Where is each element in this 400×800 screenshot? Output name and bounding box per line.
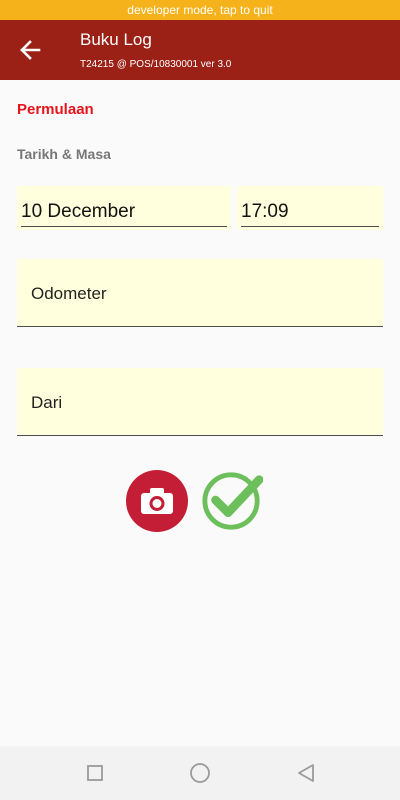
odometer-underline (17, 326, 383, 327)
camera-icon (141, 488, 173, 514)
app-bar: Buku Log T24215 @ POS/10830001 ver 3.0 (0, 20, 400, 80)
arrow-left-icon (20, 40, 41, 60)
confirm-button[interactable] (201, 470, 263, 532)
section-heading: Permulaan (17, 101, 94, 118)
date-value: 10 December (21, 201, 136, 222)
recent-apps-button[interactable] (82, 760, 108, 786)
page-title: Buku Log (80, 30, 152, 49)
check-circle-icon (202, 472, 263, 530)
time-underline (241, 226, 379, 227)
from-field[interactable]: Dari (17, 368, 383, 436)
from-placeholder: Dari (31, 393, 63, 412)
date-underline (21, 226, 227, 227)
developer-mode-banner[interactable]: developer mode, tap to quit (0, 0, 400, 20)
odometer-placeholder: Odometer (31, 284, 107, 303)
datetime-label: Tarikh & Masa (17, 146, 111, 162)
back-triangle-icon (298, 764, 314, 782)
system-back-button[interactable] (293, 760, 319, 786)
camera-button[interactable] (126, 470, 188, 532)
page-subtitle: T24215 @ POS/10830001 ver 3.0 (80, 59, 232, 70)
time-field[interactable]: 17:09 (237, 186, 383, 230)
home-button[interactable] (187, 760, 213, 786)
time-value: 17:09 (241, 201, 289, 222)
recent-apps-icon (87, 765, 103, 781)
back-button[interactable] (14, 34, 46, 66)
odometer-field[interactable]: Odometer (17, 259, 383, 327)
date-field[interactable]: 10 December (17, 186, 231, 230)
home-icon (190, 763, 210, 783)
system-nav-bar (0, 746, 400, 800)
from-underline (17, 435, 383, 436)
